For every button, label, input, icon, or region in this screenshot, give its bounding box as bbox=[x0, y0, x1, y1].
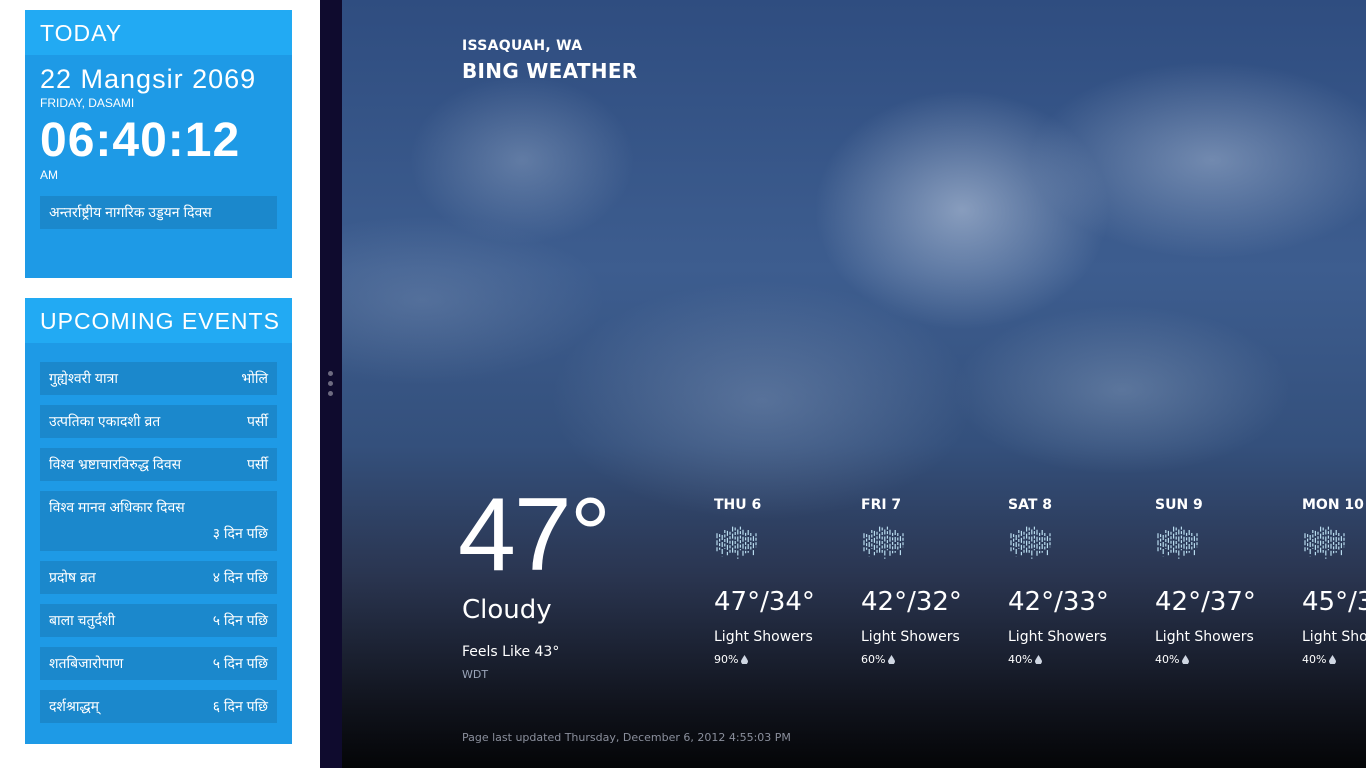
event-when: ६ दिन पछि bbox=[212, 698, 268, 714]
forecast-precip: 40% bbox=[1302, 653, 1366, 666]
forecast-day-name: THU 6 bbox=[714, 497, 762, 513]
forecast-condition: Light Sho bbox=[1302, 629, 1366, 645]
forecast-precip: 40% bbox=[1155, 653, 1295, 666]
current-time: 06:40:12 bbox=[40, 114, 241, 167]
raindrop-icon bbox=[1329, 655, 1337, 664]
event-name: दर्शश्राद्धम् bbox=[49, 698, 100, 714]
event-name: गुह्येश्वरी यात्रा bbox=[49, 370, 118, 386]
forecast-precip: 90% bbox=[714, 653, 854, 666]
location-label[interactable]: ISSAQUAH, WA bbox=[462, 38, 582, 54]
splitter-grip-dot bbox=[328, 391, 333, 396]
forecast-day-name: MON 10 bbox=[1302, 497, 1364, 513]
event-row[interactable]: विश्व भ्रष्टाचारविरुद्ध दिवस पर्सी bbox=[40, 448, 277, 481]
forecast-precip: 60% bbox=[861, 653, 1001, 666]
forecast-day-name: FRI 7 bbox=[861, 497, 902, 513]
forecast-condition: Light Showers bbox=[714, 629, 813, 645]
rain-icon bbox=[1157, 526, 1198, 559]
forecast-day[interactable]: SUN 9 42°/37° Light Showers 40% bbox=[1155, 495, 1295, 666]
event-row[interactable]: गुह्येश्वरी यात्रा भोलि bbox=[40, 362, 277, 395]
event-name: शतबिजारोपाण bbox=[49, 655, 124, 671]
upcoming-events-card: UPCOMING EVENTS गुह्येश्वरी यात्रा भोलि … bbox=[25, 298, 292, 744]
event-when: पर्सी bbox=[246, 456, 268, 472]
event-name: प्रदोष व्रत bbox=[49, 569, 96, 585]
forecast-hi-lo: 42°/37° bbox=[1155, 587, 1256, 617]
precip-chance: 40% bbox=[1008, 653, 1033, 666]
weekday-label: FRIDAY, DASAMI bbox=[40, 96, 135, 110]
calendar-pane: TODAY 22 Mangsir 2069 FRIDAY, DASAMI 06:… bbox=[0, 0, 320, 768]
event-list: गुह्येश्वरी यात्रा भोलि उत्पतिका एकादशी … bbox=[25, 343, 292, 723]
precip-chance: 40% bbox=[1302, 653, 1327, 666]
event-when: भोलि bbox=[241, 370, 268, 386]
today-holiday[interactable]: अन्तर्राष्ट्रीय नागरिक उड्डयन दिवस bbox=[40, 196, 277, 229]
snap-splitter[interactable] bbox=[320, 0, 342, 768]
forecast-precip: 40% bbox=[1008, 653, 1148, 666]
current-temperature: 47° bbox=[458, 477, 611, 593]
forecast-day[interactable]: THU 6 47°/34° Light Showers 90% bbox=[714, 495, 854, 666]
event-when: ५ दिन पछि bbox=[212, 655, 268, 671]
rain-icon bbox=[1010, 526, 1051, 559]
event-when: ५ दिन पछि bbox=[212, 612, 268, 628]
forecast-day-name: SUN 9 bbox=[1155, 497, 1203, 513]
forecast-hi-lo: 42°/33° bbox=[1008, 587, 1109, 617]
forecast-condition: Light Showers bbox=[861, 629, 960, 645]
precip-chance: 40% bbox=[1155, 653, 1180, 666]
forecast-day-name: SAT 8 bbox=[1008, 497, 1052, 513]
forecast-hi-lo: 45°/3 bbox=[1302, 587, 1366, 617]
raindrop-icon bbox=[1182, 655, 1190, 664]
forecast-day[interactable]: FRI 7 42°/32° Light Showers 60% bbox=[861, 495, 1001, 666]
precip-chance: 90% bbox=[714, 653, 739, 666]
event-row[interactable]: प्रदोष व्रत ४ दिन पछि bbox=[40, 561, 277, 594]
splitter-grip-dot bbox=[328, 371, 333, 376]
event-name: विश्व भ्रष्टाचारविरुद्ध दिवस bbox=[49, 456, 182, 472]
event-row[interactable]: बाला चतुर्दशी ५ दिन पछि bbox=[40, 604, 277, 637]
today-heading: TODAY bbox=[25, 10, 292, 55]
forecast-day[interactable]: SAT 8 42°/33° Light Showers 40% bbox=[1008, 495, 1148, 666]
event-name: उत्पतिका एकादशी व्रत bbox=[49, 413, 161, 429]
am-pm-label: AM bbox=[40, 168, 58, 182]
forecast-condition: Light Showers bbox=[1155, 629, 1254, 645]
event-row[interactable]: विश्व मानव अधिकार दिवस ३ दिन पछि bbox=[40, 491, 277, 551]
event-name: बाला चतुर्दशी bbox=[49, 612, 116, 628]
event-when: ४ दिन पछि bbox=[212, 569, 268, 585]
forecast-day[interactable]: MON 10 45°/3 Light Sho 40% bbox=[1302, 495, 1366, 666]
event-when: ३ दिन पछि bbox=[212, 525, 268, 541]
event-row[interactable]: उत्पतिका एकादशी व्रत पर्सी bbox=[40, 405, 277, 438]
app-title: BING WEATHER bbox=[462, 59, 638, 83]
splitter-grip-dot bbox=[328, 381, 333, 386]
event-row[interactable]: शतबिजारोपाण ५ दिन पछि bbox=[40, 647, 277, 680]
precip-chance: 60% bbox=[861, 653, 886, 666]
raindrop-icon bbox=[888, 655, 896, 664]
forecast-condition: Light Showers bbox=[1008, 629, 1107, 645]
event-when: पर्सी bbox=[246, 413, 268, 429]
raindrop-icon bbox=[1035, 655, 1043, 664]
weather-station: WDT bbox=[462, 668, 489, 681]
weather-pane: ISSAQUAH, WA BING WEATHER 47° Cloudy Fee… bbox=[342, 0, 1366, 768]
event-name: विश्व मानव अधिकार दिवस bbox=[49, 499, 185, 515]
raindrop-icon bbox=[741, 655, 749, 664]
forecast-hi-lo: 47°/34° bbox=[714, 587, 815, 617]
event-row[interactable]: दर्शश्राद्धम् ६ दिन पछि bbox=[40, 690, 277, 723]
today-card: TODAY 22 Mangsir 2069 FRIDAY, DASAMI 06:… bbox=[25, 10, 292, 278]
feels-like: Feels Like 43° bbox=[462, 644, 560, 660]
rain-icon bbox=[863, 526, 904, 559]
rain-icon bbox=[716, 526, 757, 559]
rain-icon bbox=[1304, 526, 1345, 559]
last-updated: Page last updated Thursday, December 6, … bbox=[462, 731, 791, 744]
forecast-hi-lo: 42°/32° bbox=[861, 587, 962, 617]
upcoming-events-heading: UPCOMING EVENTS bbox=[25, 298, 292, 343]
current-condition: Cloudy bbox=[462, 595, 552, 625]
nepali-date: 22 Mangsir 2069 bbox=[40, 64, 257, 94]
